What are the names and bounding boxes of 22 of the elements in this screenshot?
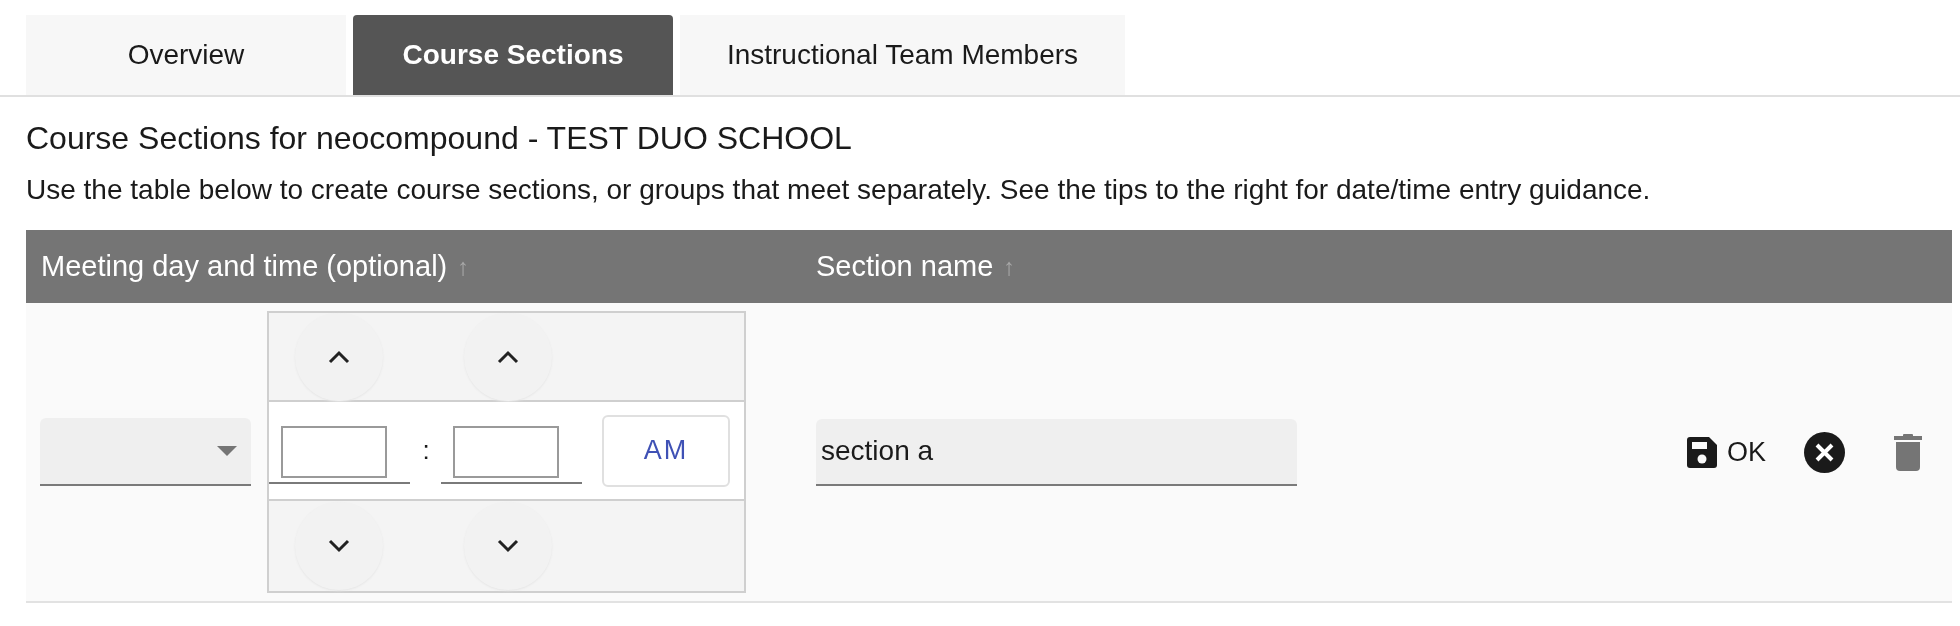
chevron-up-icon (497, 349, 519, 364)
section-heading: Course Sections for neocompound - TEST DUO SCHOOL (26, 119, 853, 157)
tab[interactable]: Course Sections (353, 15, 673, 95)
section-name-field[interactable]: section a (816, 418, 1297, 486)
column-header[interactable]: Section name (816, 244, 994, 289)
save-icon (1687, 436, 1717, 468)
close-icon (1804, 431, 1845, 473)
day-dropdown[interactable] (40, 418, 251, 486)
column-header[interactable]: Meeting day and time (optional) (41, 244, 448, 289)
delete-button[interactable] (1894, 433, 1922, 471)
dropdown-arrow-icon (217, 446, 237, 456)
chevron-down-icon (328, 539, 350, 553)
tab[interactable]: Instructional Team Members (680, 15, 1125, 95)
am-pm-toggle[interactable]: AM (602, 414, 730, 487)
cancel-button[interactable] (1804, 431, 1845, 473)
chevron-down-icon (497, 539, 519, 553)
trash-icon (1894, 433, 1922, 471)
ok-button[interactable]: OK (1687, 431, 1766, 473)
chevron-up-icon (328, 349, 350, 364)
tab[interactable]: Overview (26, 15, 346, 95)
description-text: Use the table below to create course sections, or groups that meet separately. See the tips to the right for date/time entry guidance. (26, 173, 1652, 207)
time-separator: : (421, 434, 431, 467)
